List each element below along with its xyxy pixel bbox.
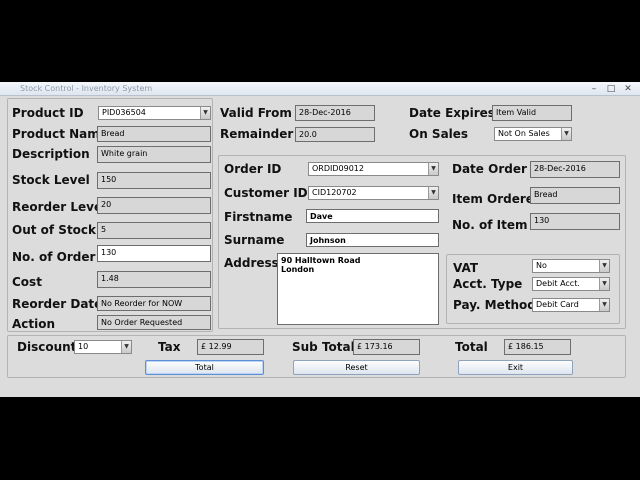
vat-select[interactable]: No ▼ [532,259,610,273]
out-of-stock-field[interactable]: 5 [97,222,211,239]
tax-field[interactable]: £ 12.99 [197,339,264,355]
remainder-field[interactable]: 20.0 [295,127,375,142]
chevron-down-icon: ▼ [599,299,609,311]
valid-from-label: Valid From [220,106,292,120]
acct-type-value: Debit Acct. [536,279,580,288]
total-field[interactable]: £ 186.15 [504,339,571,355]
action-field[interactable]: No Order Requested [97,315,211,330]
item-ordered-label: Item Ordered [452,192,543,206]
product-id-value: PID036504 [102,108,146,117]
order-id-select[interactable]: ORDID09012 ▼ [308,162,439,176]
description-label: Description [12,147,90,161]
chevron-down-icon: ▼ [561,128,571,140]
subtotal-field[interactable]: £ 173.16 [353,339,420,355]
no-of-order-field[interactable]: 130 [97,245,211,262]
description-field[interactable]: White grain [97,146,211,163]
vat-label: VAT [453,261,479,275]
chevron-down-icon: ▼ [121,341,131,353]
customer-id-label: Customer ID [224,186,308,200]
product-name-field[interactable]: Bread [97,126,211,142]
minimize-button[interactable]: – [588,84,600,94]
no-of-order-label: No. of Order [12,250,96,264]
pay-method-value: Debit Card [536,300,579,309]
order-id-label: Order ID [224,162,282,176]
discount-value: 10 [78,342,89,351]
reset-button[interactable]: Reset [293,360,420,375]
firstname-field[interactable]: Dave [306,209,439,223]
reorder-level-field[interactable]: 20 [97,197,211,214]
total-label: Total [455,340,488,354]
pay-method-select[interactable]: Debit Card ▼ [532,298,610,312]
order-id-value: ORDID09012 [312,164,364,173]
total-button[interactable]: Total [145,360,264,375]
close-button[interactable]: ✕ [622,84,634,94]
address-label: Address [224,256,279,270]
reorder-level-label: Reorder Level [12,200,107,214]
no-of-item-field[interactable]: 130 [530,213,620,230]
item-ordered-field[interactable]: Bread [530,187,620,204]
customer-id-value: CID120702 [312,188,357,197]
chevron-down-icon: ▼ [599,278,609,290]
stock-level-field[interactable]: 150 [97,172,211,189]
action-label: Action [12,317,56,331]
chevron-down-icon: ▼ [428,187,438,199]
window-title: Stock Control - Inventory System [20,84,153,93]
address-line-1: 90 Halltown Road [281,256,361,265]
acct-type-select[interactable]: Debit Acct. ▼ [532,277,610,291]
date-order-field[interactable]: 28-Dec-2016 [530,161,620,178]
out-of-stock-label: Out of Stock [12,223,97,237]
cost-label: Cost [12,275,42,289]
on-sales-select[interactable]: Not On Sales ▼ [494,127,572,141]
chevron-down-icon: ▼ [599,260,609,272]
address-line-2: London [281,265,315,274]
pay-method-label: Pay. Method [453,298,536,312]
subtotal-label: Sub Total [292,340,355,354]
tax-label: Tax [158,340,181,354]
acct-type-label: Acct. Type [453,277,523,291]
vat-value: No [536,261,547,270]
chevron-down-icon: ▼ [200,107,210,119]
reorder-date-field[interactable]: No Reorder for NOW [97,296,211,311]
no-of-item-label: No. of Item [452,218,528,232]
address-textarea[interactable]: 90 Halltown Road London [277,253,439,325]
valid-from-field[interactable]: 28-Dec-2016 [295,105,375,121]
discount-select[interactable]: 10 ▼ [74,340,132,354]
date-expires-label: Date Expires [409,106,495,120]
remainder-label: Remainder [220,127,294,141]
customer-id-select[interactable]: CID120702 ▼ [308,186,439,200]
discount-label: Discount [17,340,77,354]
firstname-label: Firstname [224,210,293,224]
surname-label: Surname [224,233,285,247]
product-name-label: Product Name [12,127,108,141]
on-sales-label: On Sales [409,127,469,141]
stock-level-label: Stock Level [12,173,90,187]
on-sales-value: Not On Sales [498,129,550,138]
date-expires-field[interactable]: Item Valid [492,105,572,121]
maximize-button[interactable]: □ [605,84,617,94]
cost-field[interactable]: 1.48 [97,271,211,288]
date-order-label: Date Order [452,162,527,176]
reorder-date-label: Reorder Date [12,297,103,311]
surname-field[interactable]: Johnson [306,233,439,247]
chevron-down-icon: ▼ [428,163,438,175]
product-id-label: Product ID [12,106,84,120]
product-id-select[interactable]: PID036504 ▼ [98,106,211,120]
exit-button[interactable]: Exit [458,360,573,375]
